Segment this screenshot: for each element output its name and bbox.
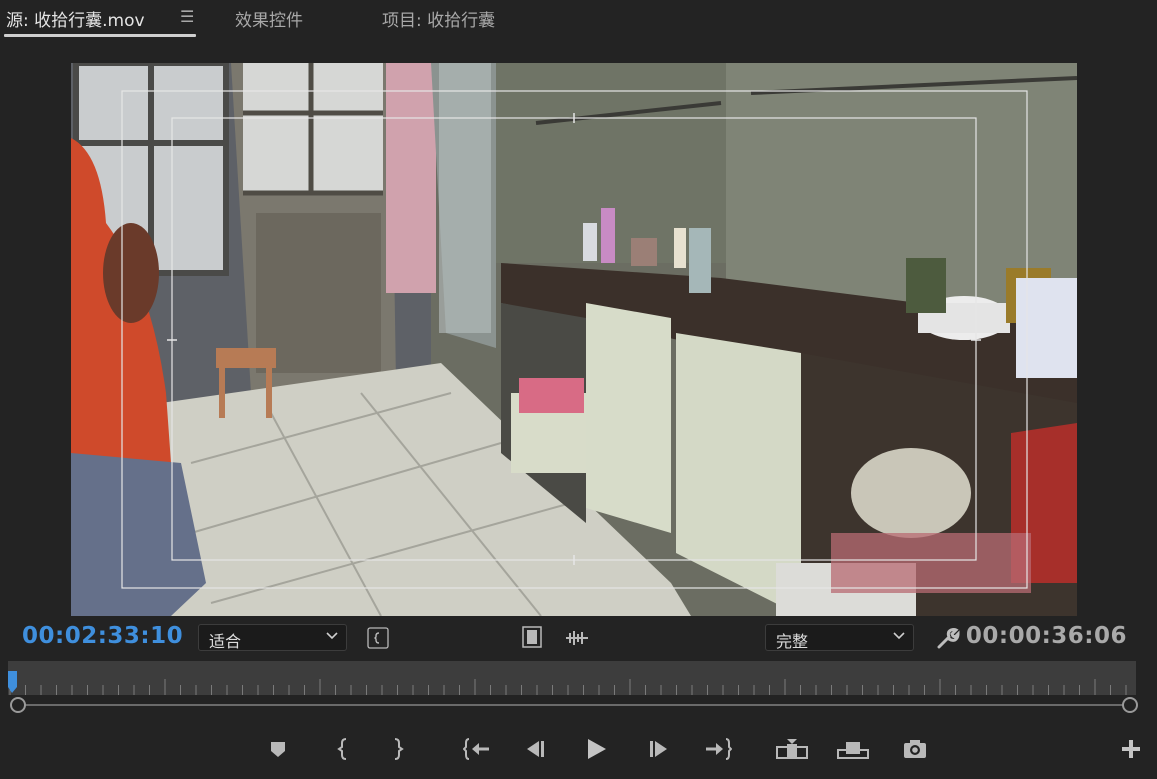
transport-controls	[0, 730, 1157, 770]
chevron-down-icon	[326, 629, 338, 645]
panel-menu-icon[interactable]: ☰	[180, 7, 194, 26]
safe-margins-icon[interactable]	[366, 626, 390, 650]
tab-source-monitor[interactable]: 源: 收拾行囊.mov	[6, 6, 145, 31]
drag-audio-only-icon[interactable]	[563, 626, 591, 650]
zoom-scrollbar-track	[16, 704, 1128, 706]
time-ruler[interactable]	[8, 661, 1136, 695]
video-frame	[71, 63, 1077, 616]
chevron-down-icon	[893, 629, 905, 645]
zoom-level-value: 适合	[209, 632, 242, 651]
video-viewer[interactable]	[71, 63, 1077, 616]
zoom-handle-right[interactable]	[1122, 697, 1138, 713]
step-back-icon[interactable]	[518, 730, 554, 768]
zoom-handle-left[interactable]	[10, 697, 26, 713]
go-to-out-icon[interactable]	[700, 730, 736, 768]
camera-icon[interactable]	[897, 730, 933, 768]
play-icon[interactable]	[578, 730, 614, 768]
playback-resolution-select[interactable]: 完整	[765, 624, 914, 651]
playback-resolution-value: 完整	[776, 632, 809, 651]
monitor-controls: 00:02:33:10 适合 完整 00:00:36:06	[0, 620, 1157, 656]
mark-out-icon[interactable]	[380, 730, 416, 768]
panel-tab-bar: 源: 收拾行囊.mov ☰ 效果控件 项目: 收拾行囊	[0, 0, 1157, 40]
active-tab-indicator	[4, 34, 196, 37]
zoom-level-select[interactable]: 适合	[198, 624, 347, 651]
playhead-timecode[interactable]: 00:02:33:10	[22, 623, 183, 649]
mark-in-icon[interactable]	[325, 730, 361, 768]
marker-icon[interactable]	[260, 730, 296, 768]
step-forward-icon[interactable]	[640, 730, 676, 768]
tab-project[interactable]: 项目: 收拾行囊	[382, 6, 495, 31]
wrench-icon[interactable]	[934, 624, 962, 652]
go-to-in-icon[interactable]	[459, 730, 495, 768]
drag-video-only-icon[interactable]	[520, 625, 544, 649]
tab-effect-controls[interactable]: 效果控件	[235, 6, 303, 31]
zoom-scrollbar[interactable]	[8, 697, 1138, 715]
ruler-ticks	[8, 671, 1127, 695]
overwrite-icon[interactable]	[835, 730, 871, 768]
plus-icon[interactable]	[1113, 730, 1149, 768]
insert-icon[interactable]	[774, 730, 810, 768]
duration-timecode: 00:00:36:06	[965, 623, 1127, 649]
playhead-marker	[8, 671, 17, 693]
